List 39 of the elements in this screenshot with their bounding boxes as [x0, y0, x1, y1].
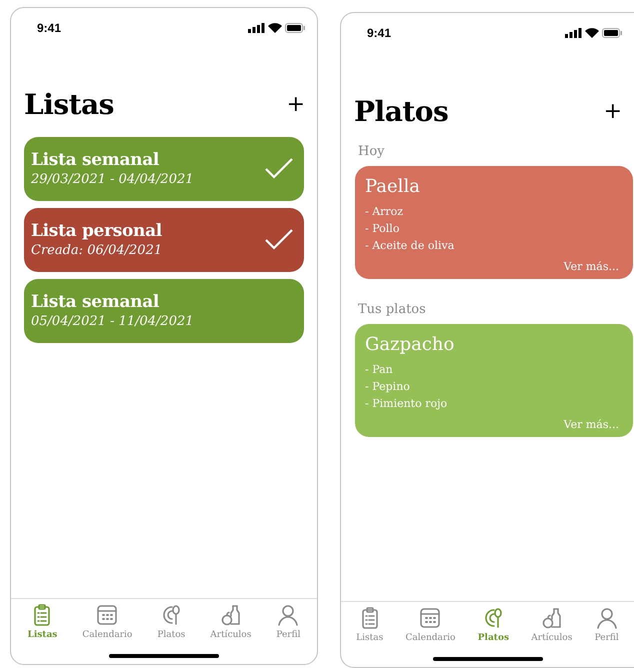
add-button[interactable]: + — [604, 99, 622, 124]
list-name: Lista personal — [31, 220, 163, 240]
ingredient: - Pimiento rojo — [365, 397, 448, 410]
dish-card[interactable]: Gazpacho - Pan - Pepino - Pimiento rojo Ver más... — [355, 324, 633, 437]
tab[interactable]: Perfil — [594, 606, 619, 643]
tab[interactable]: Calendario — [406, 606, 456, 643]
ingredient: - Aceite de oliva — [365, 239, 456, 252]
see-more-link[interactable]: Ver más... — [564, 418, 619, 431]
tab[interactable]: Platos — [157, 603, 186, 640]
list-card[interactable]: Lista semanal 05/04/2021 - 11/04/2021 — [24, 279, 304, 343]
list-name: Lista semanal — [31, 292, 160, 312]
ingredient: - Pollo — [365, 222, 400, 235]
list-name: Lista semanal — [31, 150, 160, 170]
tab[interactable]: Calendario — [82, 603, 132, 640]
section-heading: Tus platos — [358, 302, 427, 317]
list-dates: 29/03/2021 - 04/04/2021 — [31, 172, 195, 186]
tab[interactable]: Listas — [356, 606, 384, 643]
page-title: Platos — [354, 95, 448, 128]
tab[interactable]: Artículos — [531, 606, 572, 643]
ingredient: - Pan — [365, 363, 394, 376]
dish-name: Paella — [365, 176, 421, 197]
section-heading: Hoy — [358, 144, 386, 159]
tab[interactable]: Artículos — [210, 603, 252, 640]
list-card[interactable]: Lista semanal 29/03/2021 - 04/04/2021 — [24, 137, 304, 201]
see-more-link[interactable]: Ver más... — [564, 260, 619, 273]
page-title: Listas — [24, 88, 114, 121]
list-dates: 05/04/2021 - 11/04/2021 — [31, 314, 195, 328]
ingredient: - Pepino — [365, 380, 411, 393]
tab[interactable]: Platos — [478, 606, 510, 643]
status-time: 9:41 — [367, 26, 392, 40]
tab[interactable]: Perfil — [276, 603, 300, 640]
list-dates: Creada: 06/04/2021 — [31, 242, 164, 258]
status-time: 9:41 — [37, 21, 62, 35]
tab[interactable]: Listas — [27, 603, 58, 640]
list-card[interactable]: Lista personal Creada: 06/04/2021 — [24, 208, 304, 272]
ingredient: - Arroz — [365, 205, 404, 218]
add-button[interactable]: + — [286, 92, 305, 117]
dish-card[interactable]: Paella - Arroz - Pollo - Aceite de oliva Ver más... — [355, 166, 633, 279]
dish-name: Gazpacho — [365, 334, 456, 355]
